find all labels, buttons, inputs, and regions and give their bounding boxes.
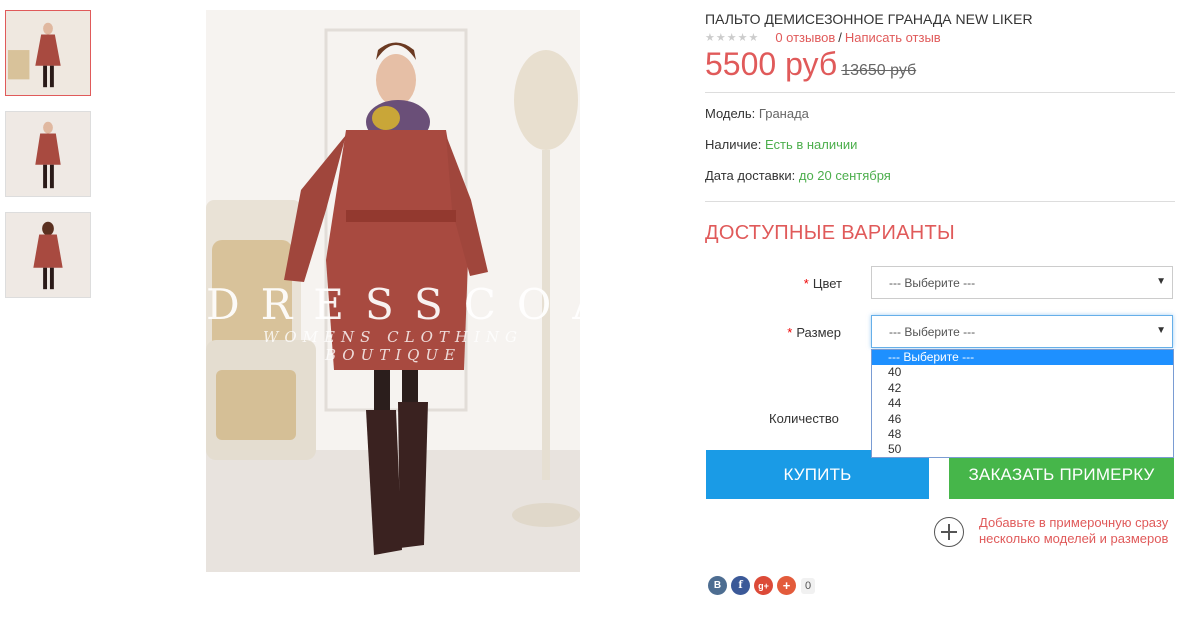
more-share-icon[interactable]: + <box>777 576 796 595</box>
size-option[interactable]: 48 <box>872 427 1173 442</box>
availability-label: Наличие: <box>705 137 762 152</box>
facebook-share-icon[interactable]: f <box>731 576 750 595</box>
reviews-link[interactable]: 0 отзывов <box>775 30 835 45</box>
thumbnail-1[interactable] <box>5 10 91 96</box>
share-count: 0 <box>801 577 816 594</box>
size-dropdown-list: --- Выберите --- 40 42 44 46 48 50 <box>871 349 1174 458</box>
fitting-note: Добавьте в примерочную сразу несколько м… <box>934 515 1179 547</box>
model-label: Модель: <box>705 106 756 121</box>
product-title: ПАЛЬТО ДЕМИСЕЗОННОЕ ГРАНАДА NEW LIKER <box>705 11 1033 27</box>
color-label-text: Цвет <box>812 276 842 291</box>
color-label: * Цвет <box>722 276 842 291</box>
delivery-row: Дата доставки: до 20 сентября <box>705 168 891 183</box>
size-select[interactable]: --- Выберите --- ▼ <box>871 315 1173 348</box>
dropdown-arrow-icon: ▼ <box>1156 276 1166 287</box>
color-select-value: --- Выберите --- <box>889 275 976 290</box>
thumbnail-3[interactable] <box>5 212 91 298</box>
main-product-image[interactable]: DRESSCOAT WOMENS CLOTHING BOUTIQUE <box>206 10 580 572</box>
size-label-text: Размер <box>796 325 841 340</box>
color-select[interactable]: --- Выберите --- ▼ <box>871 266 1173 299</box>
product-photo <box>206 10 580 572</box>
price-current: 5500 руб <box>705 46 838 82</box>
dropdown-arrow-icon: ▼ <box>1156 325 1166 336</box>
google-plus-share-icon[interactable]: g+ <box>754 576 773 595</box>
delivery-label: Дата доставки: <box>705 168 796 183</box>
divider <box>705 92 1175 93</box>
size-select-value: --- Выберите --- <box>889 324 976 339</box>
size-option[interactable]: 42 <box>872 381 1173 396</box>
rating-row: ★★★★★ 0 отзывов / Написать отзыв <box>705 30 941 45</box>
size-option[interactable]: 46 <box>872 412 1173 427</box>
required-mark: * <box>803 276 809 291</box>
thumbnail-image <box>6 112 90 196</box>
divider <box>705 201 1175 202</box>
price-old: 13650 руб <box>841 62 917 79</box>
size-option[interactable]: --- Выберите --- <box>872 350 1173 366</box>
availability-value: Есть в наличии <box>764 137 858 152</box>
quantity-label: Количество <box>769 411 839 426</box>
thumbnail-image <box>6 213 90 297</box>
rating-separator: / <box>838 30 842 45</box>
delivery-value: до 20 сентября <box>798 168 891 183</box>
size-option[interactable]: 40 <box>872 365 1173 380</box>
model-row: Модель: Гранада <box>705 106 809 121</box>
availability-row: Наличие: Есть в наличии <box>705 137 857 152</box>
required-mark: * <box>787 325 793 340</box>
write-review-link[interactable]: Написать отзыв <box>845 30 941 45</box>
size-option[interactable]: 44 <box>872 396 1173 411</box>
add-to-fitting-icon[interactable] <box>934 517 964 547</box>
size-option[interactable]: 50 <box>872 442 1173 457</box>
fitting-note-text: Добавьте в примерочную сразу несколько м… <box>979 515 1169 546</box>
variants-heading: ДОСТУПНЫЕ ВАРИАНТЫ <box>705 222 956 244</box>
social-share: B f g+ + 0 <box>708 576 816 595</box>
model-value: Гранада <box>758 106 809 121</box>
thumbnail-image <box>6 11 90 95</box>
price-block: 5500 руб 13650 руб <box>705 46 916 83</box>
size-label: * Размер <box>721 325 841 340</box>
vk-share-icon[interactable]: B <box>708 576 727 595</box>
rating-stars-icon: ★★★★★ <box>705 32 760 44</box>
thumbnail-2[interactable] <box>5 111 91 197</box>
